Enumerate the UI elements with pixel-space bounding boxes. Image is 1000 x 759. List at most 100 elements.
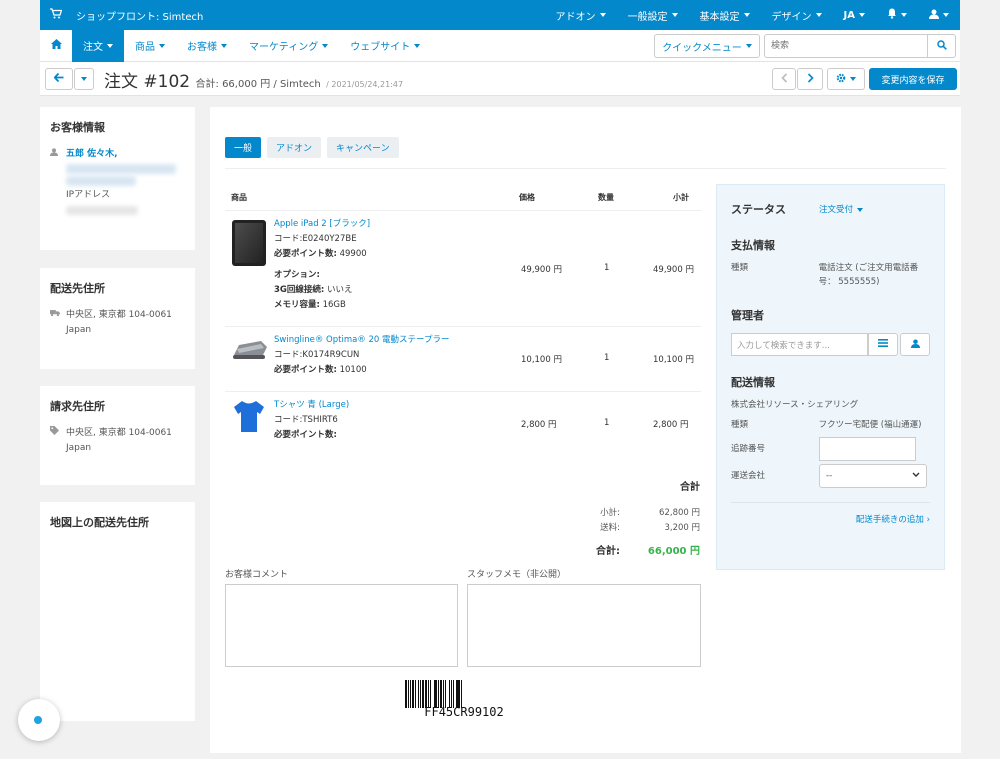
save-changes-button[interactable]: 変更内容を保存 [869,68,957,90]
manager-search-input[interactable]: 入力して検索できます... [731,333,869,356]
col-subtotal: 小計 [673,193,689,202]
tab-addons[interactable]: アドオン [267,137,322,158]
stapler-image [231,335,269,365]
divider [225,168,946,169]
search-button[interactable] [927,35,955,57]
tab-general[interactable]: 一般 [225,137,262,158]
staff-notes-field[interactable] [467,584,701,667]
user-icon [50,147,66,162]
chevron-left-icon [780,72,788,86]
chat-widget-button[interactable] [18,699,60,741]
billing-address: 中央区, 東京都 104-0061 [66,428,172,438]
product-subtotal: 2,800 円 [653,420,689,430]
tracking-number-input[interactable] [819,437,916,461]
barcode-text: FF45CR99102 [424,705,504,719]
product-price: 49,900 円 [521,265,562,275]
carrier-select[interactable]: -- [819,464,927,488]
shipping-country: Japan [66,325,92,335]
chevron-right-icon [807,72,814,86]
customer-info-box: お客様情報 五郎 佐々木, IPアドレス [40,107,195,250]
option-3g: いいえ [327,285,353,295]
menu-general-settings[interactable]: 一般設定 [617,0,689,30]
staff-notes-label: スタッフメモ（非公開） [467,570,567,580]
order-total-subtitle: 合計: 66,000 円 / Simtech [195,79,321,90]
history-dropdown-button[interactable] [74,68,94,90]
product-name-link[interactable]: Swingline® Optima® 20 電動ステープラー [274,333,450,348]
storefront-selector[interactable]: ショップフロント: Simtech [40,8,203,23]
table-row: Tシャツ 青 (Large) コード:TSHIRT6 必要ポイント数: 2,80… [225,392,701,454]
search-icon [936,39,947,53]
payment-title: 支払情報 [731,239,775,252]
menu-basic-settings[interactable]: 基本設定 [689,0,761,30]
order-totals: 合計 小計: 62,800 円 送料: 3,200 円 合計: 66,000 円 [510,478,700,557]
page-header: 注文 #102 合計: 66,000 円 / Simtech / 2021/05… [40,62,960,96]
nav-customers[interactable]: お客様 [176,30,238,62]
barcode-image [405,680,523,708]
order-date: / 2021/05/24,21:47 [326,80,404,89]
arrow-left-icon [53,72,64,85]
main-nav: 注文 商品 お客様 マーケティング ウェブサイト クイックメニュー [40,29,960,62]
product-points: 10100 [339,365,367,375]
add-shipment-link[interactable]: 配送手続きの追加 › [731,502,930,525]
menu-design[interactable]: デザイン [761,0,833,30]
tag-icon [50,426,66,441]
option-memory: 16GB [322,300,346,310]
nav-website[interactable]: ウェブサイト [339,30,431,62]
next-order-button[interactable] [797,68,823,90]
main-content: 一般 アドオン キャンペーン 商品 価格 数量 小計 Apple iPad 2 … [210,107,961,753]
tabs: 一般 アドオン キャンペーン [225,137,405,158]
manager-list-button[interactable] [868,333,899,356]
user-icon [910,338,920,351]
col-qty: 数量 [598,193,614,202]
product-price: 10,100 円 [521,355,562,365]
search-input[interactable] [765,35,927,57]
product-code: コード:TSHIRT6 [274,415,338,425]
manager-title: 管理者 [731,309,764,322]
totals-title: 合計 [680,482,700,493]
tab-campaigns[interactable]: キャンペーン [327,137,399,158]
customer-comment-label: お客様コメント [225,570,289,580]
ip-address-label: IPアドレス [66,190,111,200]
menu-addons[interactable]: アドオン [545,0,617,30]
search-box [764,34,956,58]
product-name-link[interactable]: Tシャツ 青 (Large) [274,398,349,413]
quick-menu-button[interactable]: クイックメニュー [654,34,760,58]
manager-user-button[interactable] [900,333,930,356]
page-title: 注文 #102 合計: 66,000 円 / Simtech / 2021/05… [104,72,404,92]
status-title: ステータス [731,203,786,216]
home-icon [50,39,62,52]
billing-address-box: 請求先住所 中央区, 東京都 104-0061 Japan [40,386,195,485]
shipping-value: 3,200 円 [664,522,700,533]
storefront-label: ショップフロント: Simtech [76,11,204,23]
product-name-link[interactable]: Apple iPad 2 [ブラック] [274,217,370,232]
notifications-menu[interactable] [876,0,918,30]
billing-address-title: 請求先住所 [50,400,105,413]
table-row: Apple iPad 2 [ブラック] コード:E0240Y27BE 必要ポイン… [225,211,701,327]
prev-order-button[interactable] [772,68,796,90]
truck-icon [50,308,66,323]
total-value: 66,000 円 [647,546,700,557]
tshirt-image [231,398,269,434]
menu-language[interactable]: JA [833,0,876,30]
nav-products[interactable]: 商品 [124,30,176,62]
back-button[interactable] [45,68,73,90]
table-header: 商品 価格 数量 小計 [225,185,701,211]
settings-dropdown-button[interactable] [827,68,865,90]
shipping-info-title: 配送情報 [731,376,775,389]
user-menu[interactable] [918,0,960,30]
nav-orders[interactable]: 注文 [72,29,124,62]
product-code: コード:E0240Y27BE [274,234,357,244]
product-points: 49900 [339,249,367,259]
product-qty: 1 [604,418,610,428]
customer-comment-field[interactable] [225,584,458,667]
nav-marketing[interactable]: マーケティング [238,30,339,62]
map-title: 地図上の配送先住所 [50,516,149,529]
barcode-bar [462,680,463,708]
status-dropdown[interactable]: 注文受付 [819,203,864,215]
options-label: オプション: [274,270,320,280]
order-status-panel: ステータス 注文受付 支払情報 種類 電話注文 (ご注文用電話番号： 555555… [716,184,945,570]
col-price: 価格 [519,193,535,202]
home-link[interactable] [40,30,72,62]
customer-name-link[interactable]: 五郎 佐々木, [66,147,118,162]
top-bar: ショップフロント: Simtech アドオン 一般設定 基本設定 デザイン JA [40,0,960,30]
